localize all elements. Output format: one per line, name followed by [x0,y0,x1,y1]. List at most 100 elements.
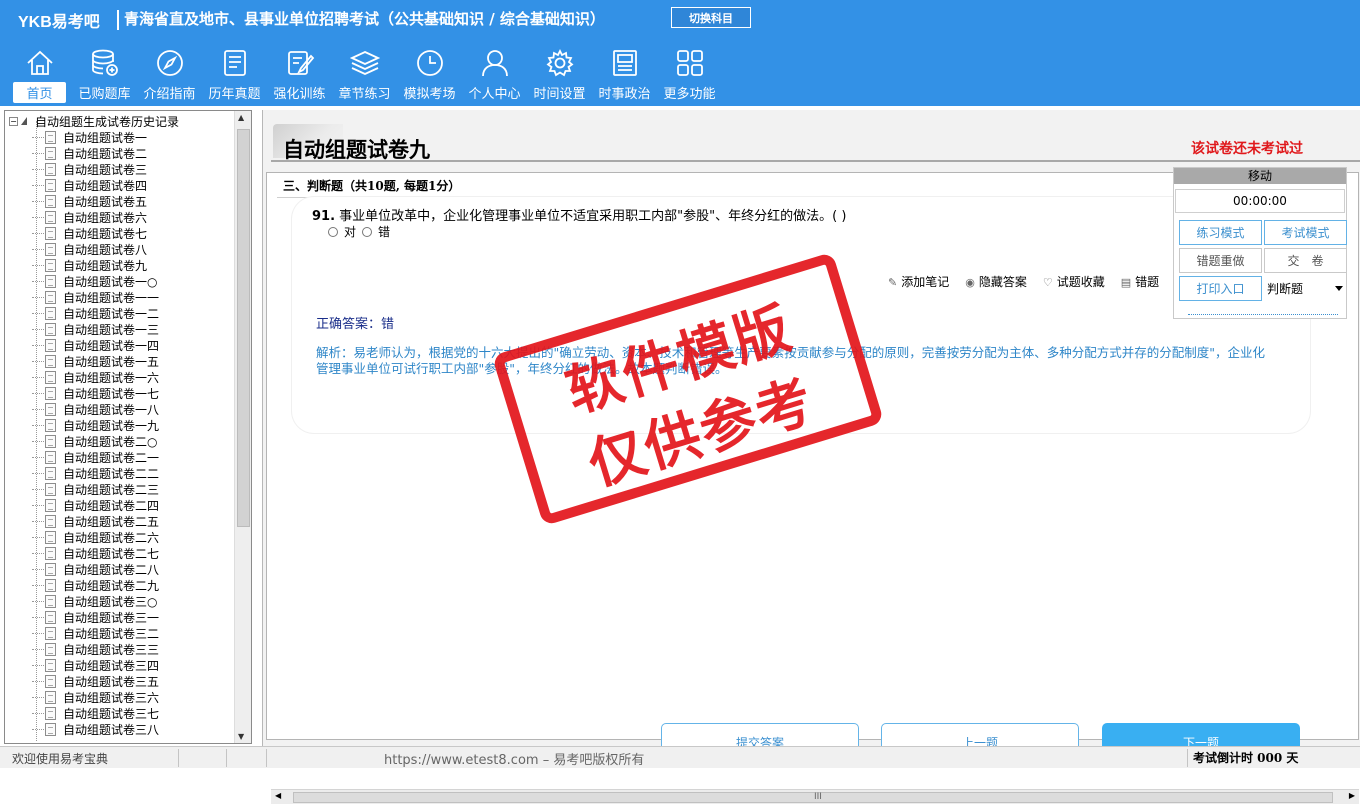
nav-more[interactable]: 更多功能 [657,48,722,104]
option-true-radio[interactable] [328,226,338,237]
document-icon [45,466,56,480]
redo-wrong-button[interactable]: 错题重做 [1179,248,1262,273]
tree-item[interactable]: 自动组题试卷一七 [5,385,159,401]
tree-item[interactable]: 自动组题试卷三八 [5,721,159,737]
tree-item[interactable]: 自动组题试卷一六 [5,369,159,385]
nav-label: 章节练习 [338,87,391,102]
tree-item[interactable]: 自动组题试卷九 [5,257,159,273]
exam-countdown: 考试倒计时 000 天 [1193,751,1299,765]
add-note-button[interactable]: ✎ 添加笔记 [888,273,949,290]
switch-subject-button[interactable]: 切换科目 [671,7,751,28]
tree-item[interactable]: 自动组题试卷一五 [5,353,159,369]
document-icon [45,274,56,288]
tree-item[interactable]: 自动组题试卷一 [5,129,159,145]
question-type-select[interactable]: 判断题 [1265,276,1347,301]
tree-item[interactable]: 自动组题试卷七 [5,225,159,241]
tree-scrollbar[interactable]: ▲ ▼ [234,111,251,743]
nav-label: 模拟考场 [403,87,456,102]
tree-item[interactable]: 自动组题试卷二一 [5,449,159,465]
document-icon [45,530,56,544]
tree-item[interactable]: 自动组题试卷二二 [5,465,159,481]
tree-connector [32,569,44,570]
tree-connector [32,137,44,138]
wrong-book-button[interactable]: ▤ 错题 [1121,273,1159,290]
tree-item[interactable]: 自动组题试卷一四 [5,337,159,353]
hand-in-button[interactable]: 交 卷 [1264,248,1347,273]
scroll-left-icon[interactable]: ◀ [275,791,281,800]
tree-item[interactable]: 自动组题试卷一二 [5,305,159,321]
h-scroll-thumb[interactable]: III [293,792,1333,803]
tree-item[interactable]: 自动组题试卷三四 [5,657,159,673]
tree-item[interactable]: 自动组题试卷八 [5,241,159,257]
tree-item[interactable]: 自动组题试卷一九 [5,417,159,433]
tree-item[interactable]: 自动组题试卷一○ [5,273,159,289]
tree-item[interactable]: 自动组题试卷二 [5,145,159,161]
tree-connector [32,697,44,698]
tree-connector [32,265,44,266]
nav-guide[interactable]: 介绍指南 [137,48,202,104]
document-icon [45,514,56,528]
scroll-right-icon[interactable]: ▶ [1349,791,1355,800]
tree-item[interactable]: 自动组题试卷三三 [5,641,159,657]
tree-item[interactable]: 自动组题试卷三二 [5,625,159,641]
nav-time-settings[interactable]: 时间设置 [527,48,592,104]
favorite-button[interactable]: ♡ 试题收藏 [1043,273,1105,290]
tree-item-label: 自动组题试卷六 [63,210,148,225]
nav-purchased[interactable]: 已购题库 [72,48,137,104]
nav-mock-exam[interactable]: 模拟考场 [397,48,462,104]
hide-answer-button[interactable]: ◉ 隐藏答案 [965,273,1027,290]
tree-connector [32,297,44,298]
tree-root[interactable]: − 自动组题生成试卷历史记录 [9,113,179,129]
tree-item[interactable]: 自动组题试卷三○ [5,593,159,609]
tree-item[interactable]: 自动组题试卷三六 [5,689,159,705]
nav-profile[interactable]: 个人中心 [462,48,527,104]
exam-mode-button[interactable]: 考试模式 [1264,220,1347,245]
status-divider [1187,749,1188,767]
tree-item[interactable]: 自动组题试卷二三 [5,481,159,497]
tree-item[interactable]: 自动组题试卷二六 [5,529,159,545]
document-icon [45,370,56,384]
tree-item[interactable]: 自动组题试卷三一 [5,609,159,625]
tree-item[interactable]: 自动组题试卷三 [5,161,159,177]
scroll-thumb[interactable] [237,129,250,527]
tree-item-label: 自动组题试卷五 [63,194,148,209]
tree-item[interactable]: 自动组题试卷二九 [5,577,159,593]
tree-item[interactable]: 自动组题试卷一一 [5,289,159,305]
tree-item[interactable]: 自动组题试卷一三 [5,321,159,337]
document-icon [45,354,56,368]
tree-item[interactable]: 自动组题试卷二五 [5,513,159,529]
document-icon [45,642,56,656]
move-handle[interactable]: 移动 [1174,168,1346,184]
practice-mode-button[interactable]: 练习模式 [1179,220,1262,245]
document-icon [45,242,56,256]
collapse-icon[interactable]: − [9,116,18,126]
scroll-up-icon[interactable]: ▲ [238,113,244,122]
tree-item[interactable]: 自动组题试卷二四 [5,497,159,513]
nav-past-papers[interactable]: 历年真题 [202,48,267,104]
option-true-label[interactable]: 对 [344,223,356,240]
tree-connector [32,713,44,714]
tree-item[interactable]: 自动组题试卷二七 [5,545,159,561]
tree-root-label: 自动组题生成试卷历史记录 [35,114,180,129]
top-header: YKB易考吧 青海省直及地市、县事业单位招聘考试（公共基础知识 / 综合基础知识… [0,0,1360,106]
tree-item[interactable]: 自动组题试卷五 [5,193,159,209]
nav-training[interactable]: 强化训练 [267,48,332,104]
document-icon [45,722,56,736]
tree-item-label: 自动组题试卷二七 [63,546,160,561]
scroll-down-icon[interactable]: ▼ [238,732,244,741]
tree-item[interactable]: 自动组题试卷二○ [5,433,159,449]
tree-item[interactable]: 自动组题试卷一八 [5,401,159,417]
option-false-label[interactable]: 错 [378,223,390,240]
option-false-radio[interactable] [362,226,373,237]
nav-chapters[interactable]: 章节练习 [332,48,397,104]
tree-item[interactable]: 自动组题试卷二八 [5,561,159,577]
tree-item[interactable]: 自动组题试卷三七 [5,705,159,721]
print-button[interactable]: 打印入口 [1179,276,1262,301]
horizontal-scrollbar[interactable]: ◀ III ▶ [271,789,1359,804]
nav-current-affairs[interactable]: 时事政治 [592,48,657,104]
tree-item[interactable]: 自动组题试卷六 [5,209,159,225]
nav-home[interactable]: 首页 [7,48,72,104]
tree-item[interactable]: 自动组题试卷三五 [5,673,159,689]
tree-item[interactable]: 自动组题试卷四 [5,177,159,193]
document-icon [45,306,56,320]
